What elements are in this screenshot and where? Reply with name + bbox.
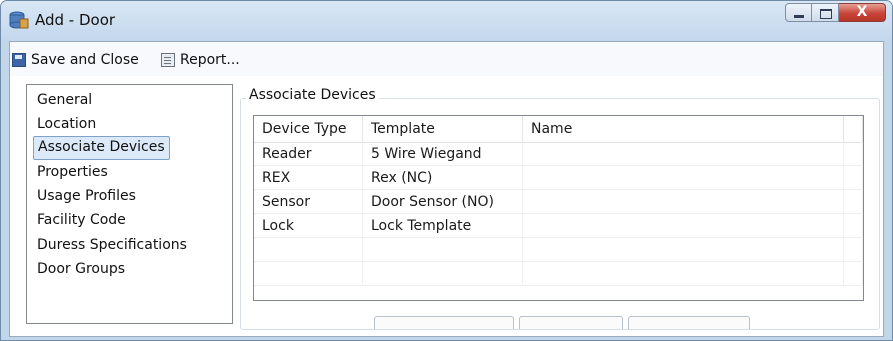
column-header-filler xyxy=(844,116,863,142)
grid-header: Device Type Template Name xyxy=(254,116,863,143)
add-door-window: Add - Door X Save and Close Report... Ge… xyxy=(0,0,893,341)
report-icon xyxy=(161,53,175,67)
devices-grid: Device Type Template Name Reader 5 Wire … xyxy=(253,115,864,301)
column-header-name[interactable]: Name xyxy=(523,116,844,142)
clipped-action-button-2[interactable] xyxy=(519,316,623,329)
device-type-cell xyxy=(254,238,363,262)
filler-cell xyxy=(844,190,863,214)
save-and-close-button[interactable]: Save and Close xyxy=(12,50,139,70)
template-cell[interactable]: Door Sensor (NO) xyxy=(363,190,523,214)
maximize-icon xyxy=(820,9,832,19)
associate-devices-title: Associate Devices xyxy=(246,87,379,103)
nav-item-usage-profiles[interactable]: Usage Profiles xyxy=(33,185,140,207)
toolbar: Save and Close Report... xyxy=(10,42,883,76)
name-cell[interactable] xyxy=(523,238,844,262)
minimize-icon xyxy=(794,15,804,18)
name-cell[interactable] xyxy=(523,214,844,238)
dialog-body: Save and Close Report... General Locatio… xyxy=(9,41,884,337)
nav-item-location[interactable]: Location xyxy=(33,113,100,135)
save-and-close-label: Save and Close xyxy=(31,52,139,68)
nav-item-door-groups[interactable]: Door Groups xyxy=(33,258,129,280)
nav-item-duress-specifications[interactable]: Duress Specifications xyxy=(33,234,191,256)
template-cell[interactable]: Lock Template xyxy=(363,214,523,238)
name-cell[interactable] xyxy=(523,142,844,166)
template-cell[interactable]: Rex (NC) xyxy=(363,166,523,190)
table-row[interactable]: REX Rex (NC) xyxy=(254,166,863,190)
close-icon: X xyxy=(856,4,868,20)
table-row[interactable] xyxy=(254,238,863,262)
nav-item-general[interactable]: General xyxy=(33,89,96,111)
clipped-action-button-1[interactable] xyxy=(374,316,514,329)
template-cell[interactable]: 5 Wire Wiegand xyxy=(363,142,523,166)
database-door-icon xyxy=(9,11,29,29)
window-title: Add - Door xyxy=(35,11,116,29)
clipped-action-button-3[interactable] xyxy=(628,316,750,329)
maximize-button[interactable] xyxy=(812,3,839,22)
table-row[interactable]: Sensor Door Sensor (NO) xyxy=(254,190,863,214)
device-type-cell: Lock xyxy=(254,214,363,238)
filler-cell xyxy=(844,238,863,262)
device-type-cell: Reader xyxy=(254,142,363,166)
nav-item-facility-code[interactable]: Facility Code xyxy=(33,209,130,231)
minimize-button[interactable] xyxy=(785,3,812,22)
title-bar[interactable]: Add - Door X xyxy=(1,1,892,41)
name-cell[interactable] xyxy=(523,190,844,214)
section-nav-list: General Location Associate Devices Prope… xyxy=(26,84,233,324)
close-button[interactable]: X xyxy=(839,3,886,22)
name-cell[interactable] xyxy=(523,262,844,286)
report-button[interactable]: Report... xyxy=(161,50,240,70)
device-type-cell: Sensor xyxy=(254,190,363,214)
filler-cell xyxy=(844,166,863,190)
nav-item-properties[interactable]: Properties xyxy=(33,161,112,183)
filler-cell xyxy=(844,262,863,286)
column-header-device-type[interactable]: Device Type xyxy=(254,116,363,142)
filler-cell xyxy=(844,142,863,166)
filler-cell xyxy=(844,214,863,238)
save-icon xyxy=(12,53,26,67)
table-row[interactable] xyxy=(254,262,863,286)
device-type-cell: REX xyxy=(254,166,363,190)
template-cell[interactable] xyxy=(363,262,523,286)
column-header-template[interactable]: Template xyxy=(363,116,523,142)
nav-item-associate-devices[interactable]: Associate Devices xyxy=(33,136,170,160)
table-row[interactable]: Lock Lock Template xyxy=(254,214,863,238)
report-label: Report... xyxy=(180,52,240,68)
table-row[interactable]: Reader 5 Wire Wiegand xyxy=(254,142,863,166)
device-type-cell xyxy=(254,262,363,286)
template-cell[interactable] xyxy=(363,238,523,262)
name-cell[interactable] xyxy=(523,166,844,190)
